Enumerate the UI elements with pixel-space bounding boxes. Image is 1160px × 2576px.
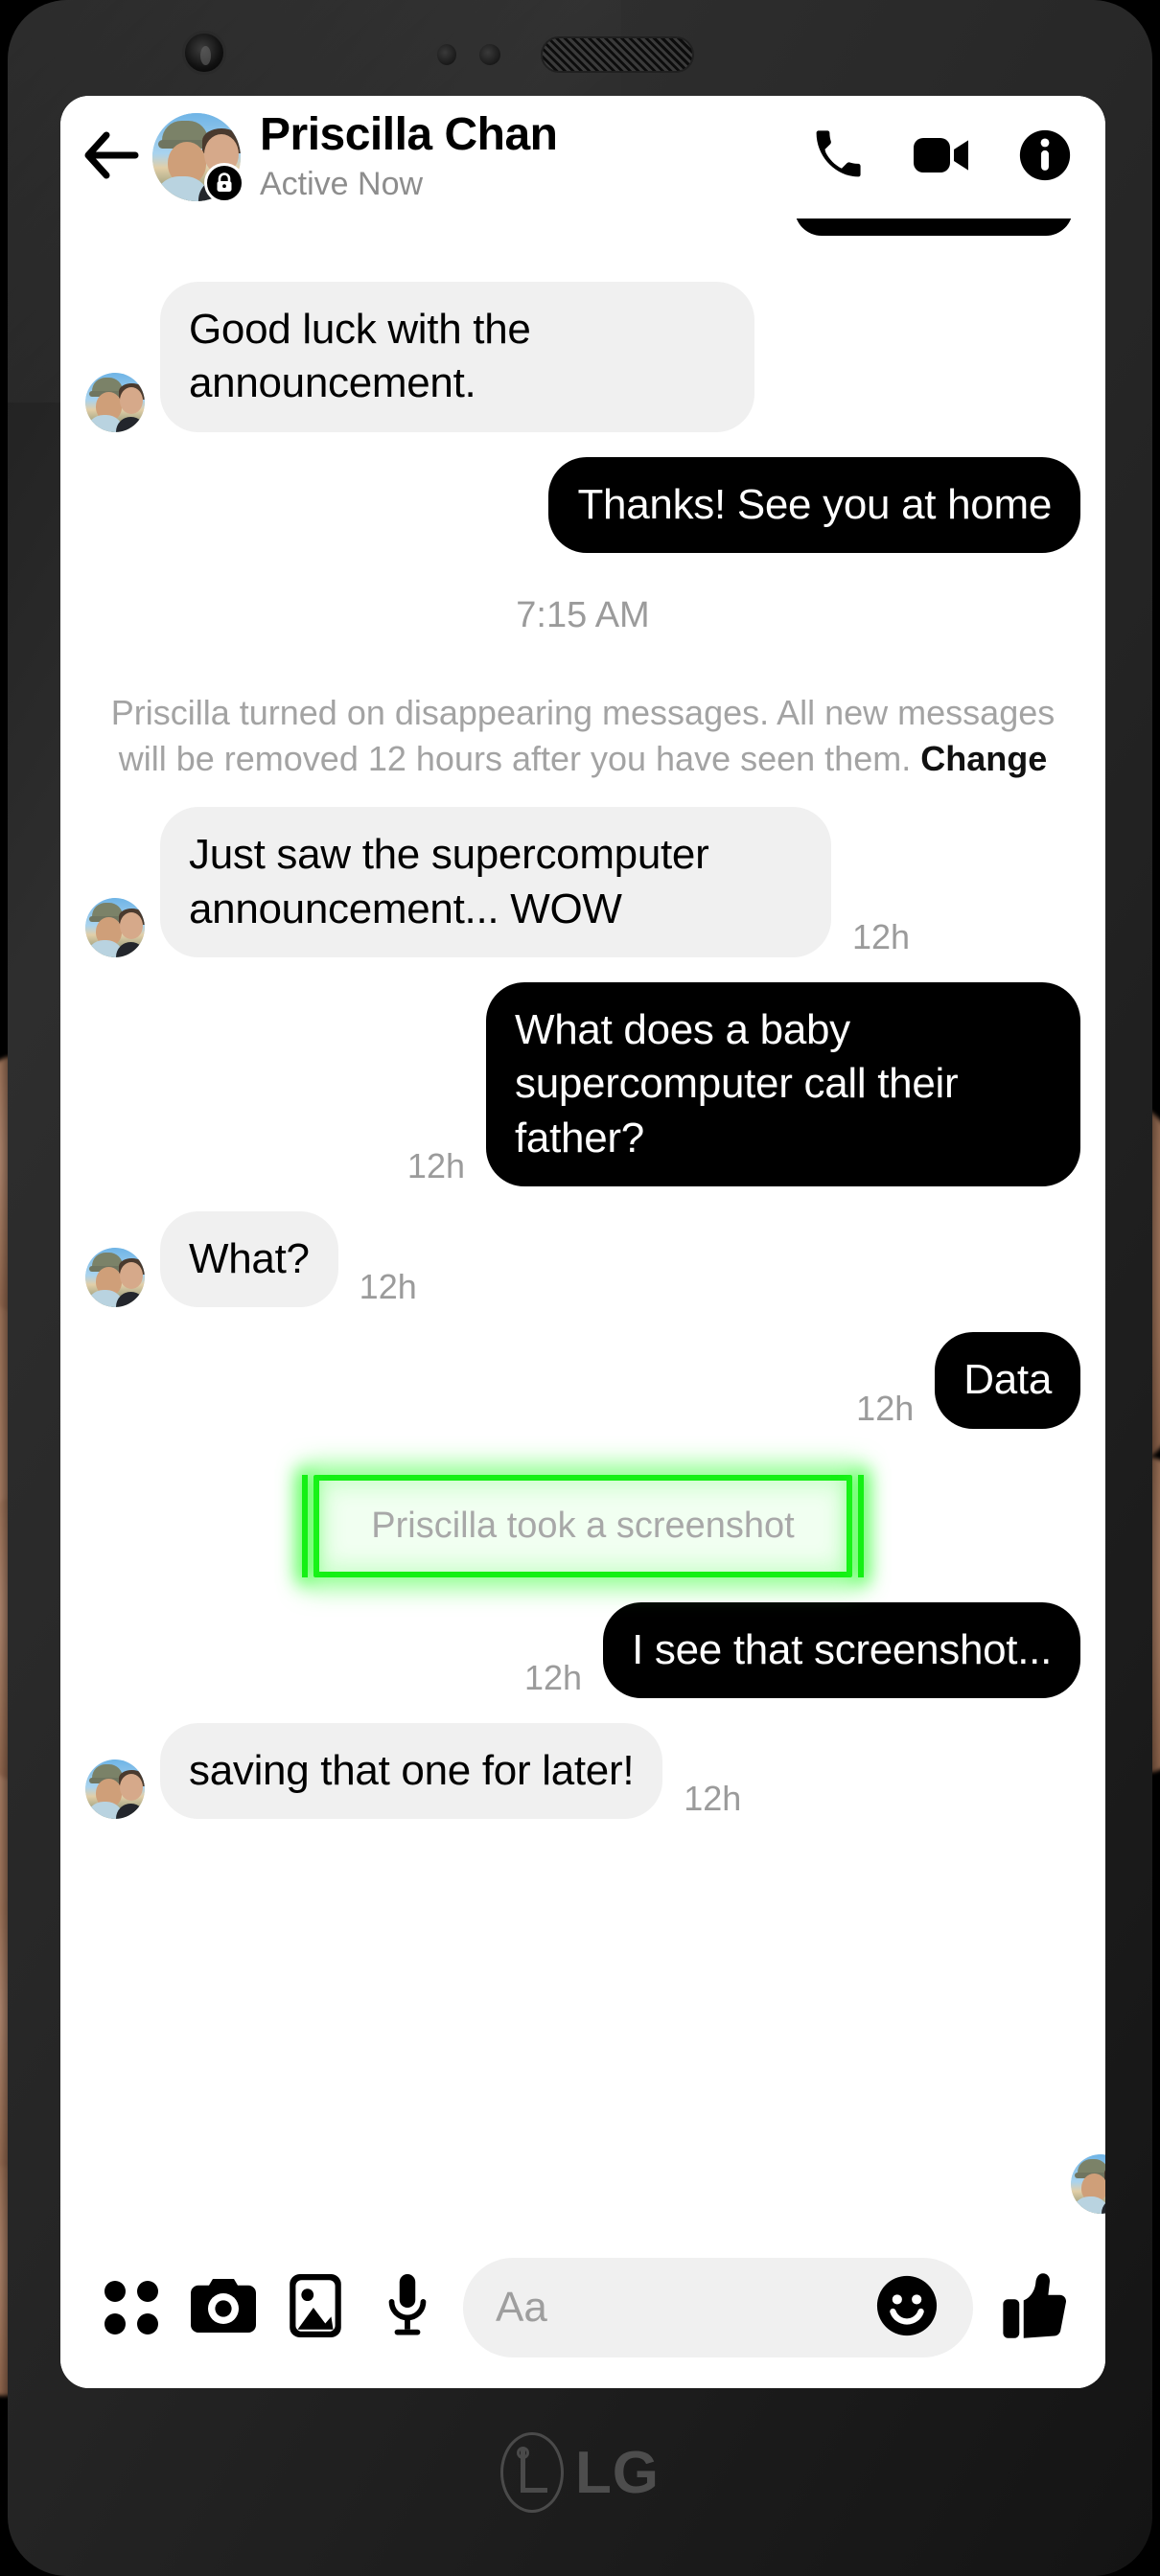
message-bubble-outgoing[interactable]: Data <box>935 1332 1080 1429</box>
lg-mark-icon <box>499 2432 564 2513</box>
video-call-button[interactable] <box>912 127 971 187</box>
disappearing-messages-note: Priscilla turned on disappearing message… <box>108 690 1057 782</box>
message-row: What? 12h <box>85 1210 1080 1308</box>
message-timestamp: 12h <box>684 1779 742 1819</box>
info-icon <box>1018 128 1072 187</box>
disappearing-messages-text: Priscilla turned on disappearing message… <box>110 692 1056 779</box>
message-bubble-incoming[interactable]: Good luck with the announcement. <box>160 282 754 432</box>
info-button[interactable] <box>1015 127 1075 187</box>
brand-label: LG <box>574 2439 661 2506</box>
apps-grid-icon <box>104 2281 158 2334</box>
screenshot-notice-wrapper: Priscilla took a screenshot <box>85 1474 1080 1577</box>
message-bubble-incoming[interactable]: saving that one for later! <box>160 1722 663 1820</box>
avatar <box>85 1248 145 1308</box>
screenshot-notice-highlight: Priscilla took a screenshot <box>302 1474 865 1577</box>
screenshot-notice-text: Priscilla took a screenshot <box>371 1505 795 1546</box>
message-bubble-outgoing[interactable]: Thanks! See you at home <box>548 456 1080 553</box>
thumbs-up-icon <box>1002 2271 1067 2345</box>
lock-icon <box>204 163 244 203</box>
message-bubble-incoming[interactable]: Just saw the supercomputer announcement.… <box>160 807 831 958</box>
gallery-button[interactable] <box>269 2262 361 2354</box>
message-row: 12h What does a baby supercomputer call … <box>85 982 1080 1186</box>
avatar <box>1071 2154 1105 2214</box>
message-timestamp: 12h <box>406 1145 465 1185</box>
message-bubble-outgoing[interactable]: I see that screenshot... <box>603 1601 1080 1698</box>
header-actions <box>808 127 1080 187</box>
message-bubble-incoming[interactable]: What? <box>160 1210 338 1308</box>
chat-header: Priscilla Chan Active Now <box>60 96 1105 218</box>
message-row: 12h Data <box>85 1332 1080 1429</box>
phone-device: Priscilla Chan Active Now Good luck with… <box>8 0 1152 2576</box>
avatar[interactable] <box>152 113 244 203</box>
message-timestamp: 12h <box>852 917 911 957</box>
video-camera-icon <box>913 133 970 182</box>
change-link[interactable]: Change <box>920 739 1047 778</box>
back-arrow-icon <box>83 131 139 184</box>
photo-gallery-icon <box>287 2272 344 2344</box>
back-button[interactable] <box>81 127 141 187</box>
page-title: Priscilla Chan <box>260 109 558 161</box>
message-row: 12h I see that screenshot... <box>85 1601 1080 1698</box>
avatar <box>85 1760 145 1820</box>
avatar <box>85 372 145 432</box>
message-timestamp: 12h <box>359 1267 417 1307</box>
like-button[interactable] <box>988 2262 1080 2354</box>
message-row: Good luck with the announcement. <box>85 282 1080 432</box>
smiley-icon <box>875 2274 939 2342</box>
message-list[interactable]: Good luck with the announcement. Thanks!… <box>60 218 1105 2227</box>
message-row: saving that one for later! 12h <box>85 1722 1105 2214</box>
phone-screen: Priscilla Chan Active Now Good luck with… <box>60 96 1105 2388</box>
apps-grid-button[interactable] <box>85 2262 177 2354</box>
time-divider: 7:15 AM <box>516 594 650 635</box>
message-timestamp: 12h <box>523 1657 583 1697</box>
light-sensor-icon <box>479 44 500 65</box>
message-composer: Aa <box>60 2227 1105 2388</box>
message-input-field[interactable]: Aa <box>463 2258 973 2358</box>
camera-button[interactable] <box>177 2262 269 2354</box>
earpiece-speaker-icon <box>541 36 694 73</box>
proximity-sensor-icon <box>437 44 456 65</box>
brand-logo: LG <box>8 2432 1152 2513</box>
header-text: Priscilla Chan Active Now <box>260 109 808 202</box>
camera-icon <box>189 2275 258 2341</box>
message-row: Just saw the supercomputer announcement.… <box>85 807 1080 958</box>
avatar <box>85 898 145 958</box>
message-bubble-outgoing[interactable]: What does a baby supercomputer call thei… <box>486 982 1080 1186</box>
front-camera-icon <box>182 31 226 75</box>
phone-icon <box>811 128 865 187</box>
message-row: Thanks! See you at home <box>85 456 1080 553</box>
audio-call-button[interactable] <box>808 127 868 187</box>
microphone-button[interactable] <box>361 2262 453 2354</box>
status-badge: Active Now <box>260 165 424 202</box>
message-input-placeholder: Aa <box>496 2284 547 2331</box>
scrolled-message-bubble <box>795 218 1073 236</box>
message-timestamp: 12h <box>856 1388 915 1428</box>
microphone-icon <box>383 2272 431 2344</box>
emoji-button[interactable] <box>873 2274 940 2341</box>
